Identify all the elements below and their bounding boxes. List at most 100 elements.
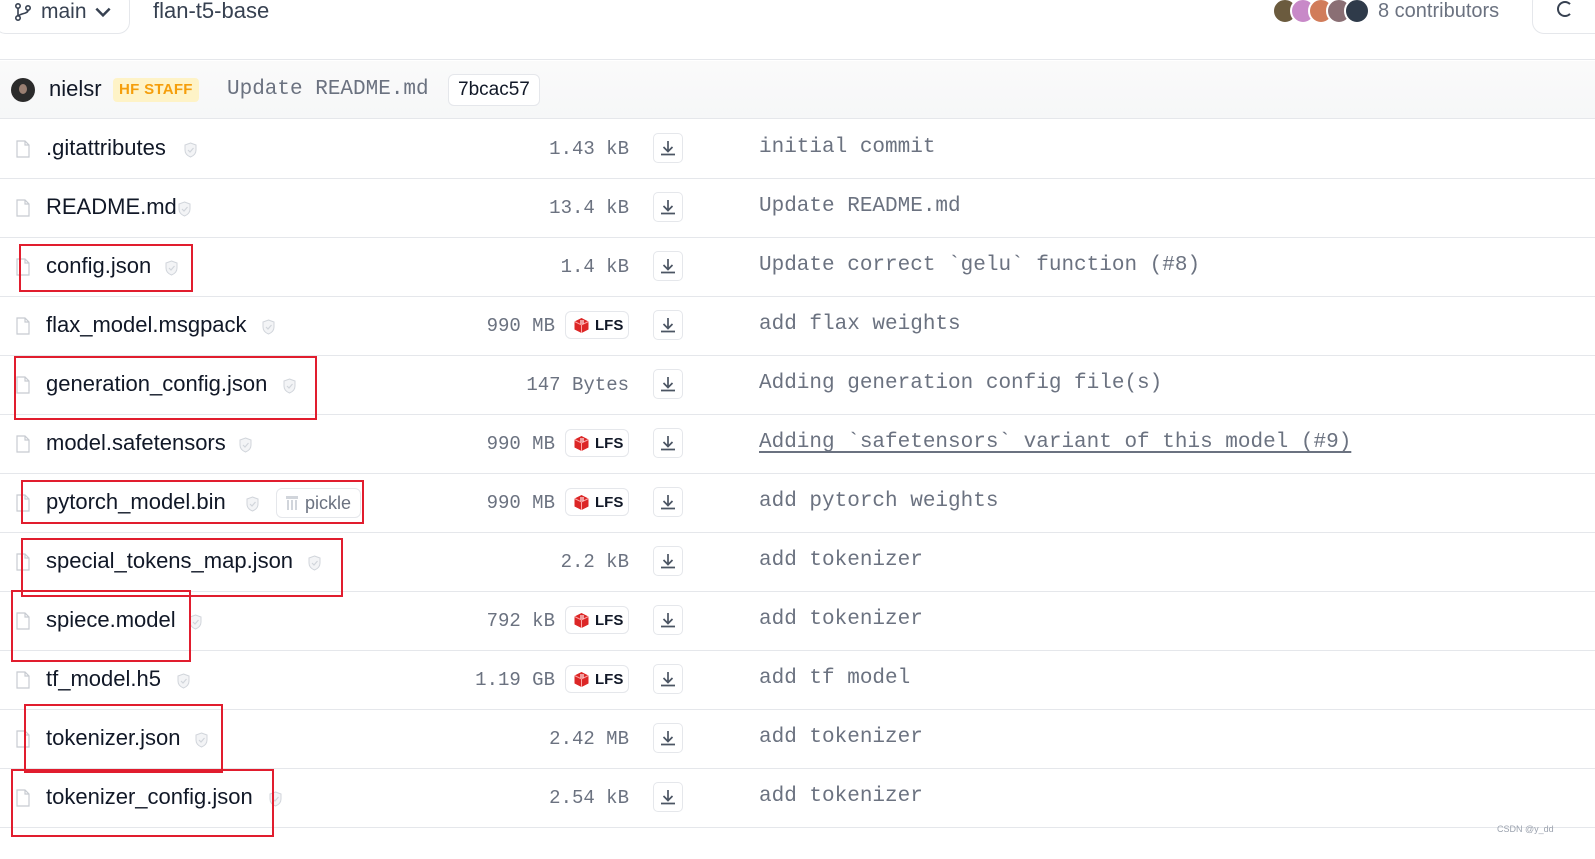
file-name-link[interactable]: spiece.model (46, 607, 176, 633)
download-button[interactable] (653, 310, 683, 340)
file-size: 1.19 GB (475, 669, 555, 691)
pickle-badge[interactable]: pickle (276, 488, 362, 518)
file-commit-message[interactable]: add tokenizer (759, 726, 923, 749)
lfs-badge: LFS (565, 606, 629, 634)
file-name-link[interactable]: README.md (46, 194, 177, 220)
file-size: 1.4 kB (560, 256, 629, 278)
file-commit-message[interactable]: add tokenizer (759, 785, 923, 808)
file-size: 2.54 kB (549, 787, 629, 809)
lfs-badge: LFS (565, 429, 629, 457)
file-name-link[interactable]: tf_model.h5 (46, 666, 161, 692)
download-icon (661, 318, 675, 333)
file-name-link[interactable]: config.json (46, 253, 151, 279)
security-shield-icon[interactable] (268, 791, 283, 807)
download-button[interactable] (653, 251, 683, 281)
file-icon (16, 612, 30, 630)
download-button[interactable] (653, 192, 683, 222)
file-row[interactable]: generation_config.json 147 Bytes Adding ge… (0, 356, 1595, 415)
download-button[interactable] (653, 723, 683, 753)
security-shield-icon[interactable] (188, 614, 203, 630)
file-row[interactable]: tokenizer.json 2.42 MB add tokenizer (0, 710, 1595, 769)
security-shield-icon[interactable] (307, 555, 322, 571)
file-commit-message[interactable]: add pytorch weights (759, 490, 998, 513)
file-row[interactable]: special_tokens_map.json 2.2 kB add tokeniz… (0, 533, 1595, 592)
file-name-link[interactable]: pytorch_model.bin (46, 489, 226, 515)
file-name-link[interactable]: tokenizer.json (46, 725, 181, 751)
file-name-link[interactable]: tokenizer_config.json (46, 784, 253, 810)
download-button[interactable] (653, 782, 683, 812)
download-button[interactable] (653, 428, 683, 458)
download-icon (661, 731, 675, 746)
file-commit-message[interactable]: add tokenizer (759, 549, 923, 572)
branch-name: main (41, 0, 87, 23)
lfs-icon (574, 671, 589, 687)
file-icon (16, 317, 30, 335)
file-commit-message[interactable]: Update README.md (759, 195, 961, 218)
download-button[interactable] (653, 133, 683, 163)
file-row[interactable]: model.safetensors 990 MB LFS Adding `safete… (0, 415, 1595, 474)
file-name-link[interactable]: generation_config.json (46, 371, 267, 397)
commit-author[interactable]: nielsr (49, 76, 102, 102)
file-name-link[interactable]: special_tokens_map.json (46, 548, 293, 574)
lfs-label: LFS (595, 493, 624, 511)
lfs-label: LFS (595, 434, 624, 452)
repo-header: main flan-t5-base 8 contributors (0, 0, 1595, 60)
file-icon (16, 435, 30, 453)
file-size: 792 kB (486, 610, 555, 632)
branch-selector[interactable]: main (0, 0, 130, 34)
security-shield-icon[interactable] (238, 437, 253, 453)
file-row[interactable]: flax_model.msgpack 990 MB LFS add flax weig… (0, 297, 1595, 356)
download-icon (661, 200, 675, 215)
file-row[interactable]: README.md 13.4 kB Update README.md (0, 179, 1595, 238)
file-commit-message[interactable]: initial commit (759, 136, 935, 159)
download-button[interactable] (653, 546, 683, 576)
download-button[interactable] (653, 605, 683, 635)
chevron-down-icon (94, 7, 111, 18)
file-icon (16, 376, 30, 394)
file-commit-message[interactable]: add tf model (759, 667, 910, 690)
file-commit-message[interactable]: Adding `safetensors` variant of this mod… (759, 431, 1351, 454)
file-commit-message[interactable]: add flax weights (759, 313, 961, 336)
commit-message[interactable]: Update README.md (227, 78, 429, 101)
download-button[interactable] (653, 369, 683, 399)
lfs-icon (574, 494, 589, 510)
security-shield-icon[interactable] (245, 496, 260, 512)
file-row[interactable]: pytorch_model.bin pickle 990 MB LFS add pyto… (0, 474, 1595, 533)
file-row[interactable]: config.json 1.4 kB Update correct `gelu` f… (0, 238, 1595, 297)
file-commit-message[interactable]: add tokenizer (759, 608, 923, 631)
staff-badge: HF STAFF (113, 78, 199, 102)
contributors-link[interactable]: 8 contributors (1272, 0, 1499, 24)
history-button[interactable] (1532, 0, 1595, 34)
file-name-link[interactable]: model.safetensors (46, 430, 226, 456)
file-row[interactable]: spiece.model 792 kB LFS add tokenizer (0, 592, 1595, 651)
lfs-badge: LFS (565, 665, 629, 693)
file-row[interactable]: tf_model.h5 1.19 GB LFS add tf model (0, 651, 1595, 710)
security-shield-icon[interactable] (164, 260, 179, 276)
security-shield-icon[interactable] (176, 673, 191, 689)
pickle-label: pickle (305, 492, 352, 513)
file-name-link[interactable]: flax_model.msgpack (46, 312, 247, 338)
avatar[interactable] (11, 78, 35, 102)
file-commit-message[interactable]: Update correct `gelu` function (#8) (759, 254, 1200, 277)
security-shield-icon[interactable] (183, 142, 198, 158)
file-row[interactable]: .gitattributes 1.43 kB initial commit (0, 120, 1595, 179)
history-icon (1557, 1, 1573, 17)
contributor-avatar[interactable] (1344, 0, 1370, 24)
download-button[interactable] (653, 487, 683, 517)
file-commit-message[interactable]: Adding generation config file(s) (759, 372, 1162, 395)
contributor-avatars (1272, 0, 1370, 24)
file-icon (16, 258, 30, 276)
file-size: 1.43 kB (549, 138, 629, 160)
security-shield-icon[interactable] (194, 732, 209, 748)
file-name-link[interactable]: .gitattributes (46, 135, 166, 161)
file-list: .gitattributes 1.43 kB initial commit READM… (0, 120, 1595, 828)
file-row[interactable]: tokenizer_config.json 2.54 kB add tokenize… (0, 769, 1595, 828)
commit-hash[interactable]: 7bcac57 (448, 74, 540, 106)
security-shield-icon[interactable] (177, 201, 192, 217)
download-button[interactable] (653, 664, 683, 694)
lfs-label: LFS (595, 316, 624, 334)
security-shield-icon[interactable] (261, 319, 276, 335)
git-branch-icon (14, 2, 32, 22)
security-shield-icon[interactable] (282, 378, 297, 394)
file-icon (16, 730, 30, 748)
